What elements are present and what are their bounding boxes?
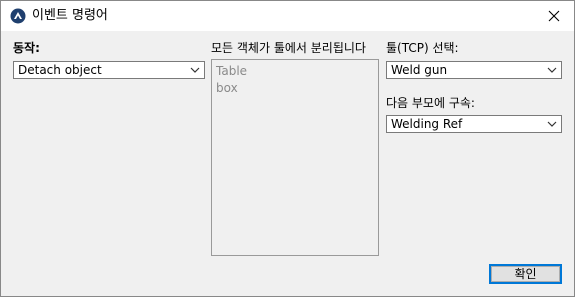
close-icon: [548, 10, 560, 22]
parent-dropdown[interactable]: Welding Ref: [386, 115, 562, 133]
list-item: Table: [216, 64, 248, 78]
action-selected-value: Detach object: [18, 63, 102, 77]
chevron-down-icon: [547, 67, 557, 73]
window-title: 이벤트 명령어: [32, 8, 108, 23]
tool-selected-value: Weld gun: [391, 63, 448, 77]
ok-button-label: 확인: [514, 267, 537, 281]
objects-label: 모든 객체가 툴에서 분리됩니다: [211, 41, 366, 55]
chevron-down-icon: [190, 67, 200, 73]
tool-dropdown[interactable]: Weld gun: [386, 61, 562, 79]
objects-listbox[interactable]: Table box: [211, 59, 379, 256]
action-label: 동작:: [13, 41, 40, 55]
tool-label: 툴(TCP) 선택:: [386, 41, 459, 55]
chevron-down-icon: [547, 121, 557, 127]
parent-selected-value: Welding Ref: [391, 117, 463, 131]
parent-label: 다음 부모에 구속:: [386, 96, 475, 110]
ok-button[interactable]: 확인: [489, 264, 562, 284]
list-item: box: [216, 81, 238, 95]
app-logo-icon: [10, 8, 26, 24]
close-button[interactable]: [534, 1, 574, 31]
title-bar: 이벤트 명령어: [1, 1, 574, 31]
action-dropdown[interactable]: Detach object: [13, 61, 205, 79]
dialog-window: 이벤트 명령어 동작: Detach object 모든 객체가 툴에서 분리됩…: [0, 0, 575, 297]
